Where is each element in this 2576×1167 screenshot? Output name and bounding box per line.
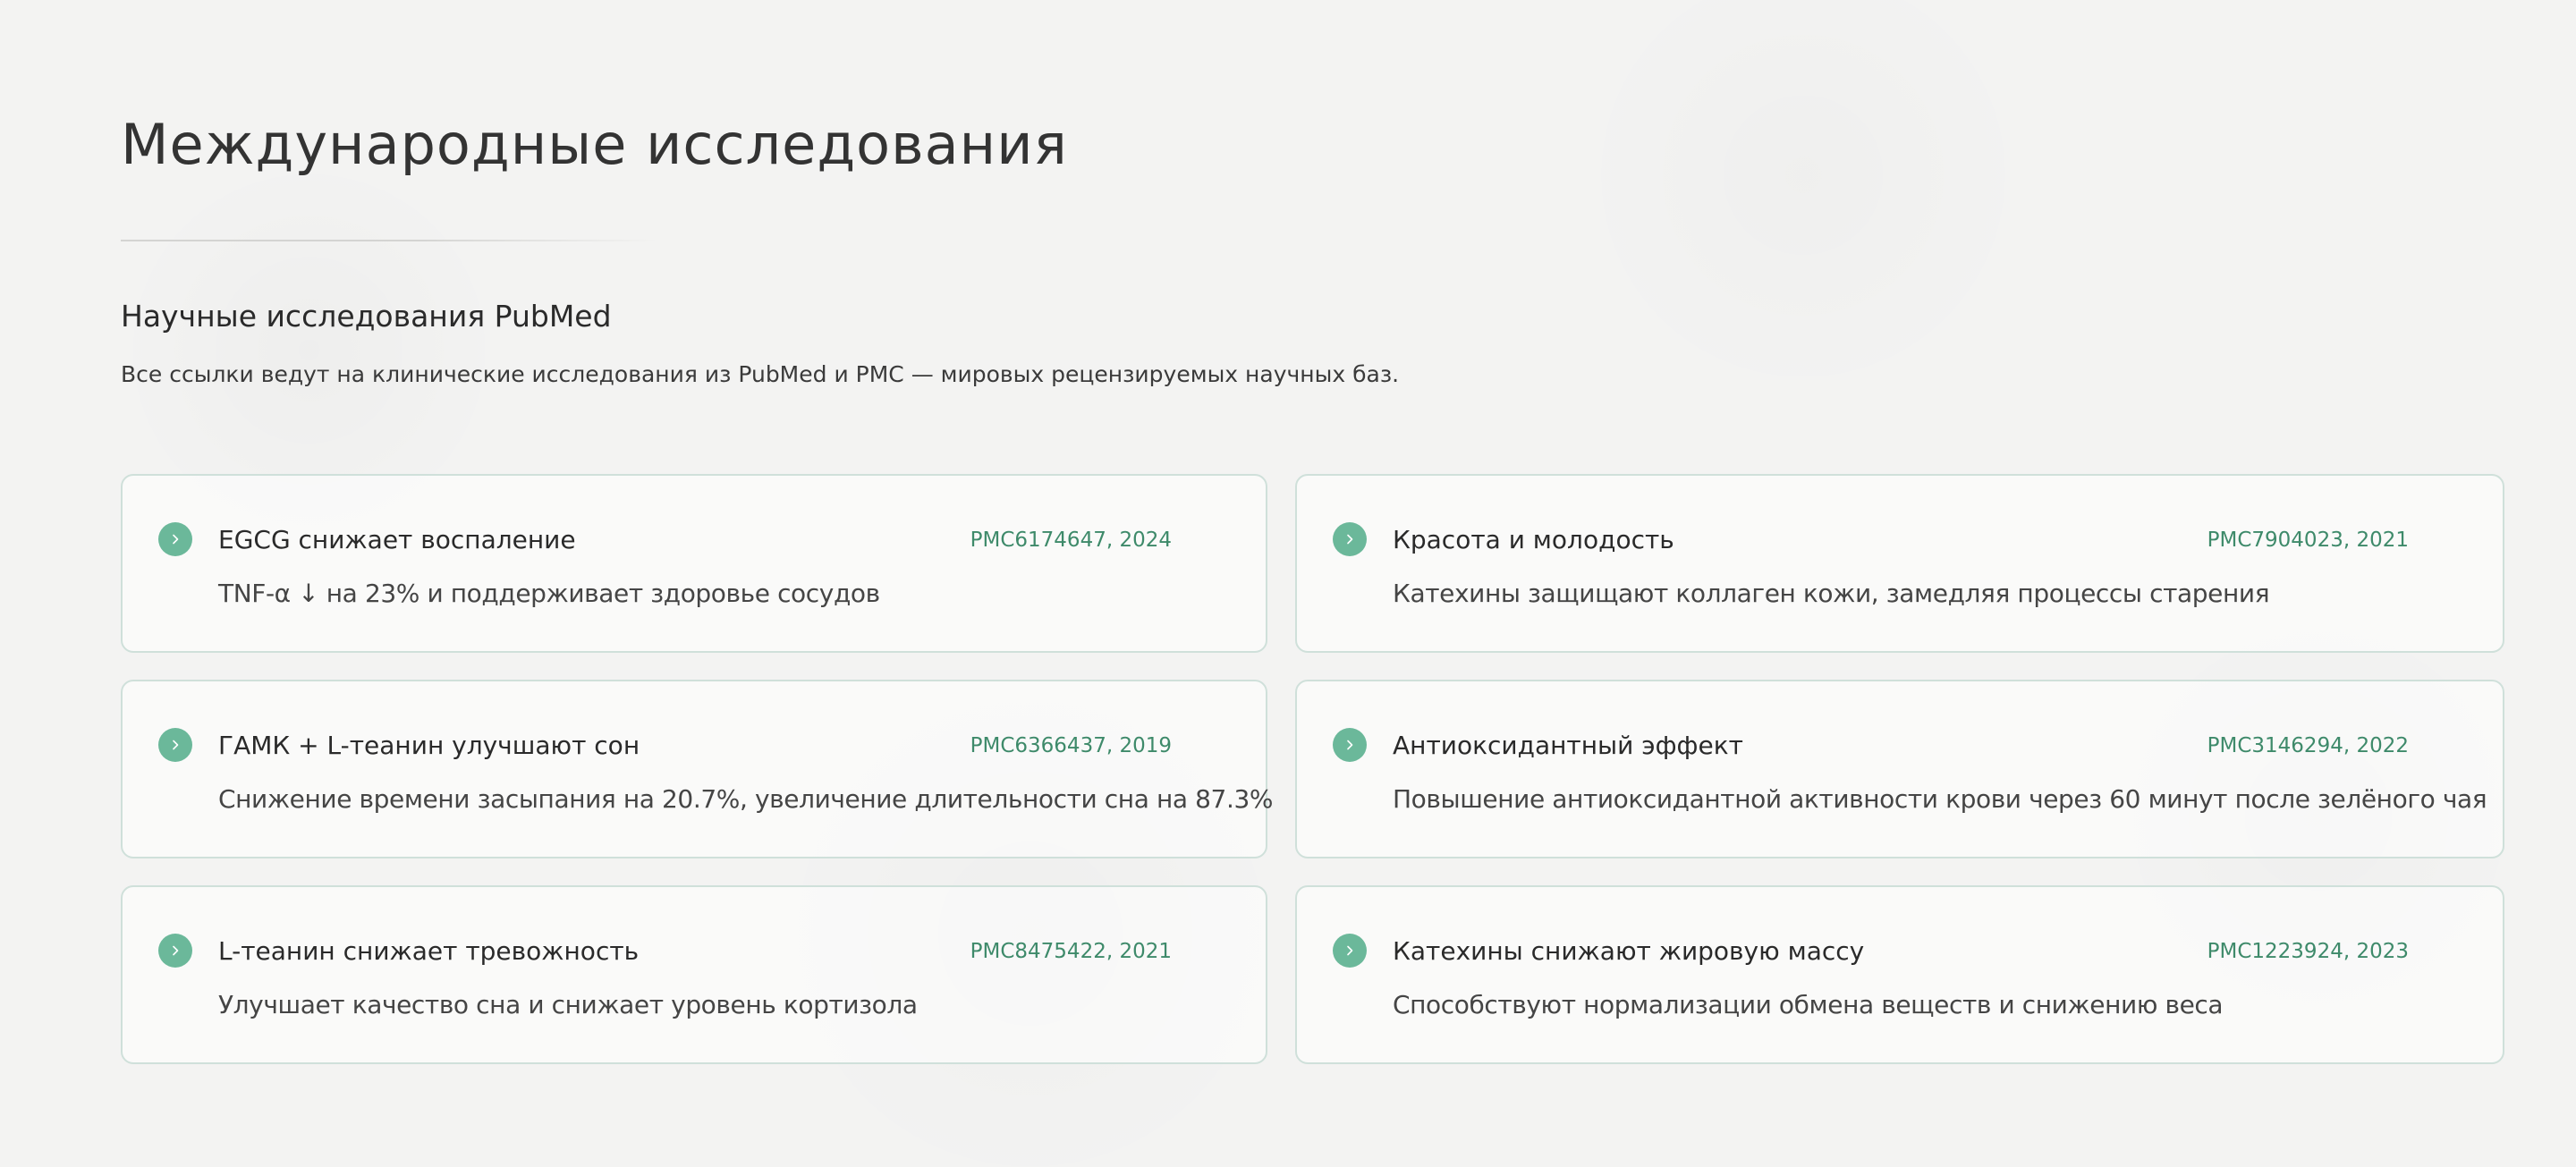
study-description: Повышение антиоксидантной активности кро… <box>1393 784 2487 814</box>
chevron-right-icon <box>158 522 192 556</box>
study-description: Улучшает качество сна и снижает уровень … <box>218 990 918 1019</box>
title-divider <box>121 240 657 241</box>
section-description: Все ссылки ведут на клинические исследов… <box>121 361 1400 387</box>
chevron-right-icon <box>1333 934 1367 968</box>
study-description: Снижение времени засыпания на 20.7%, уве… <box>218 784 1274 814</box>
chevron-right-icon <box>1333 522 1367 556</box>
study-card[interactable]: Антиоксидантный эффект PMC3146294, 2022 … <box>1295 680 2504 858</box>
section-title: Научные исследования PubMed <box>121 299 612 334</box>
studies-grid: EGCG снижает воспаление PMC6174647, 2024… <box>121 474 2504 1064</box>
study-title: EGCG снижает воспаление <box>218 525 576 554</box>
study-card[interactable]: EGCG снижает воспаление PMC6174647, 2024… <box>121 474 1267 653</box>
study-title: Антиоксидантный эффект <box>1393 731 1743 760</box>
study-title: Красота и молодость <box>1393 525 1674 554</box>
chevron-right-icon <box>158 934 192 968</box>
research-section: Международные исследования Научные иссле… <box>121 0 2504 1167</box>
study-card[interactable]: Катехины снижают жировую массу PMC122392… <box>1295 885 2504 1064</box>
study-reference-link[interactable]: PMC7904023, 2021 <box>2207 526 2409 554</box>
study-reference-link[interactable]: PMC1223924, 2023 <box>2207 937 2409 966</box>
chevron-right-icon <box>1333 728 1367 762</box>
study-title: ГАМК + L-теанин улучшают сон <box>218 731 640 760</box>
study-reference-link[interactable]: PMC8475422, 2021 <box>970 937 1172 966</box>
study-card[interactable]: ГАМК + L-теанин улучшают сон PMC6366437,… <box>121 680 1273 858</box>
study-description: TNF-α ↓ на 23% и поддерживает здоровье с… <box>218 579 880 608</box>
chevron-right-icon <box>158 728 192 762</box>
study-description: Катехины защищают коллаген кожи, замедля… <box>1393 579 2270 608</box>
study-title: L-теанин снижает тревожность <box>218 936 640 966</box>
study-card[interactable]: L-теанин снижает тревожность PMC8475422,… <box>121 885 1267 1064</box>
study-card[interactable]: Красота и молодость PMC7904023, 2021 Кат… <box>1295 474 2504 653</box>
study-title: Катехины снижают жировую массу <box>1393 936 1865 966</box>
study-reference-link[interactable]: PMC6366437, 2019 <box>970 731 1172 760</box>
study-reference-link[interactable]: PMC3146294, 2022 <box>2207 731 2409 760</box>
study-reference-link[interactable]: PMC6174647, 2024 <box>970 526 1172 554</box>
study-description: Способствуют нормализации обмена веществ… <box>1393 990 2224 1019</box>
page-title: Международные исследования <box>121 112 1068 177</box>
